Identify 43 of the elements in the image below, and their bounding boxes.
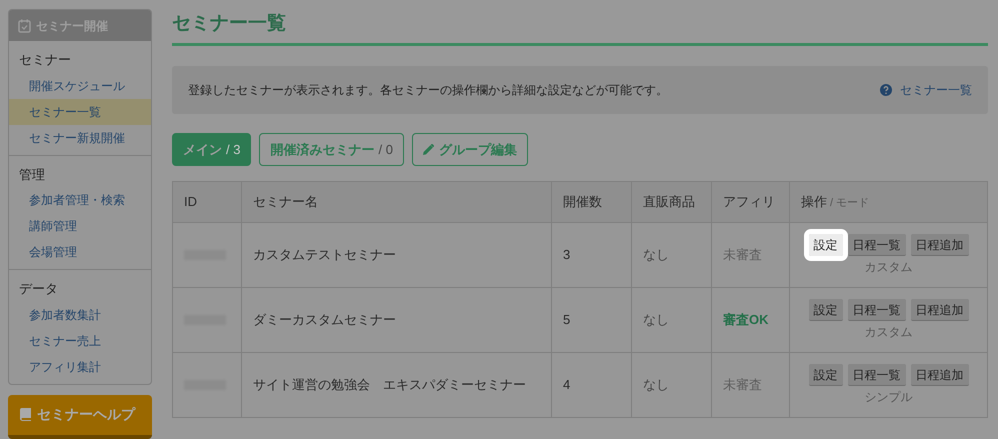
sidebar-heading: 管理: [18, 166, 46, 184]
action-button[interactable]: 日程追加: [910, 234, 968, 256]
action-button[interactable]: 日程追加: [910, 364, 968, 386]
action-button[interactable]: 日程一覧: [848, 234, 906, 256]
book-icon: [20, 408, 31, 421]
sidebar-item[interactable]: 参加者管理・検索: [9, 187, 151, 213]
action-button[interactable]: 日程追加: [910, 299, 968, 321]
sidebar-item[interactable]: 開催スケジュール: [9, 72, 151, 98]
help-button[interactable]: セミナーヘルプ: [8, 394, 152, 438]
group-edit-button[interactable]: グループ編集: [412, 133, 528, 166]
mode-label: シンプル: [864, 389, 912, 406]
mode-label: カスタム: [864, 324, 912, 341]
mode-label: カスタム: [864, 259, 912, 276]
sidebar-item[interactable]: セミナー売上: [9, 328, 151, 354]
calendar-icon: [18, 18, 31, 32]
table-cell: なし: [632, 352, 712, 418]
action-button[interactable]: 設定: [808, 299, 842, 321]
help-link[interactable]: セミナー一覧: [880, 81, 972, 99]
action-button[interactable]: 日程一覧: [848, 364, 906, 386]
sidebar-heading: データ: [18, 280, 59, 298]
sidebar-item[interactable]: 会場管理: [9, 239, 151, 265]
action-button[interactable]: 設定: [808, 234, 842, 256]
sidebar-item[interactable]: セミナー新規開催: [9, 124, 151, 150]
page-title: セミナー一覧: [172, 9, 988, 46]
table-cell: 4: [552, 352, 632, 418]
info-text: 登録したセミナーが表示されます。各セミナーの操作欄から詳細な設定などが可能です。: [188, 82, 668, 99]
sidebar-item[interactable]: 参加者数集計: [9, 302, 151, 328]
table-cell: サイト運営の勉強会 エキスパダミーセミナー: [242, 352, 552, 418]
tab[interactable]: メイン / 3: [172, 133, 252, 166]
help-icon: [880, 84, 892, 96]
sidebar-item[interactable]: アフィリ集計: [9, 354, 151, 380]
action-button[interactable]: 設定: [808, 364, 842, 386]
sidebar-item[interactable]: 講師管理: [9, 213, 151, 239]
column-header: ID: [172, 182, 242, 222]
action-button[interactable]: 日程一覧: [848, 299, 906, 321]
column-header: セミナー名: [242, 182, 552, 222]
sidebar-item[interactable]: セミナー一覧: [9, 98, 151, 124]
column-header-suffix: / モード: [830, 197, 870, 210]
sidebar-heading: セミナー: [18, 51, 72, 69]
column-header: 操作: [801, 194, 827, 210]
tab[interactable]: 開催済みセミナー / 0: [259, 133, 404, 166]
affiliate-status: 未審査: [712, 352, 790, 418]
pencil-icon: [422, 144, 434, 155]
